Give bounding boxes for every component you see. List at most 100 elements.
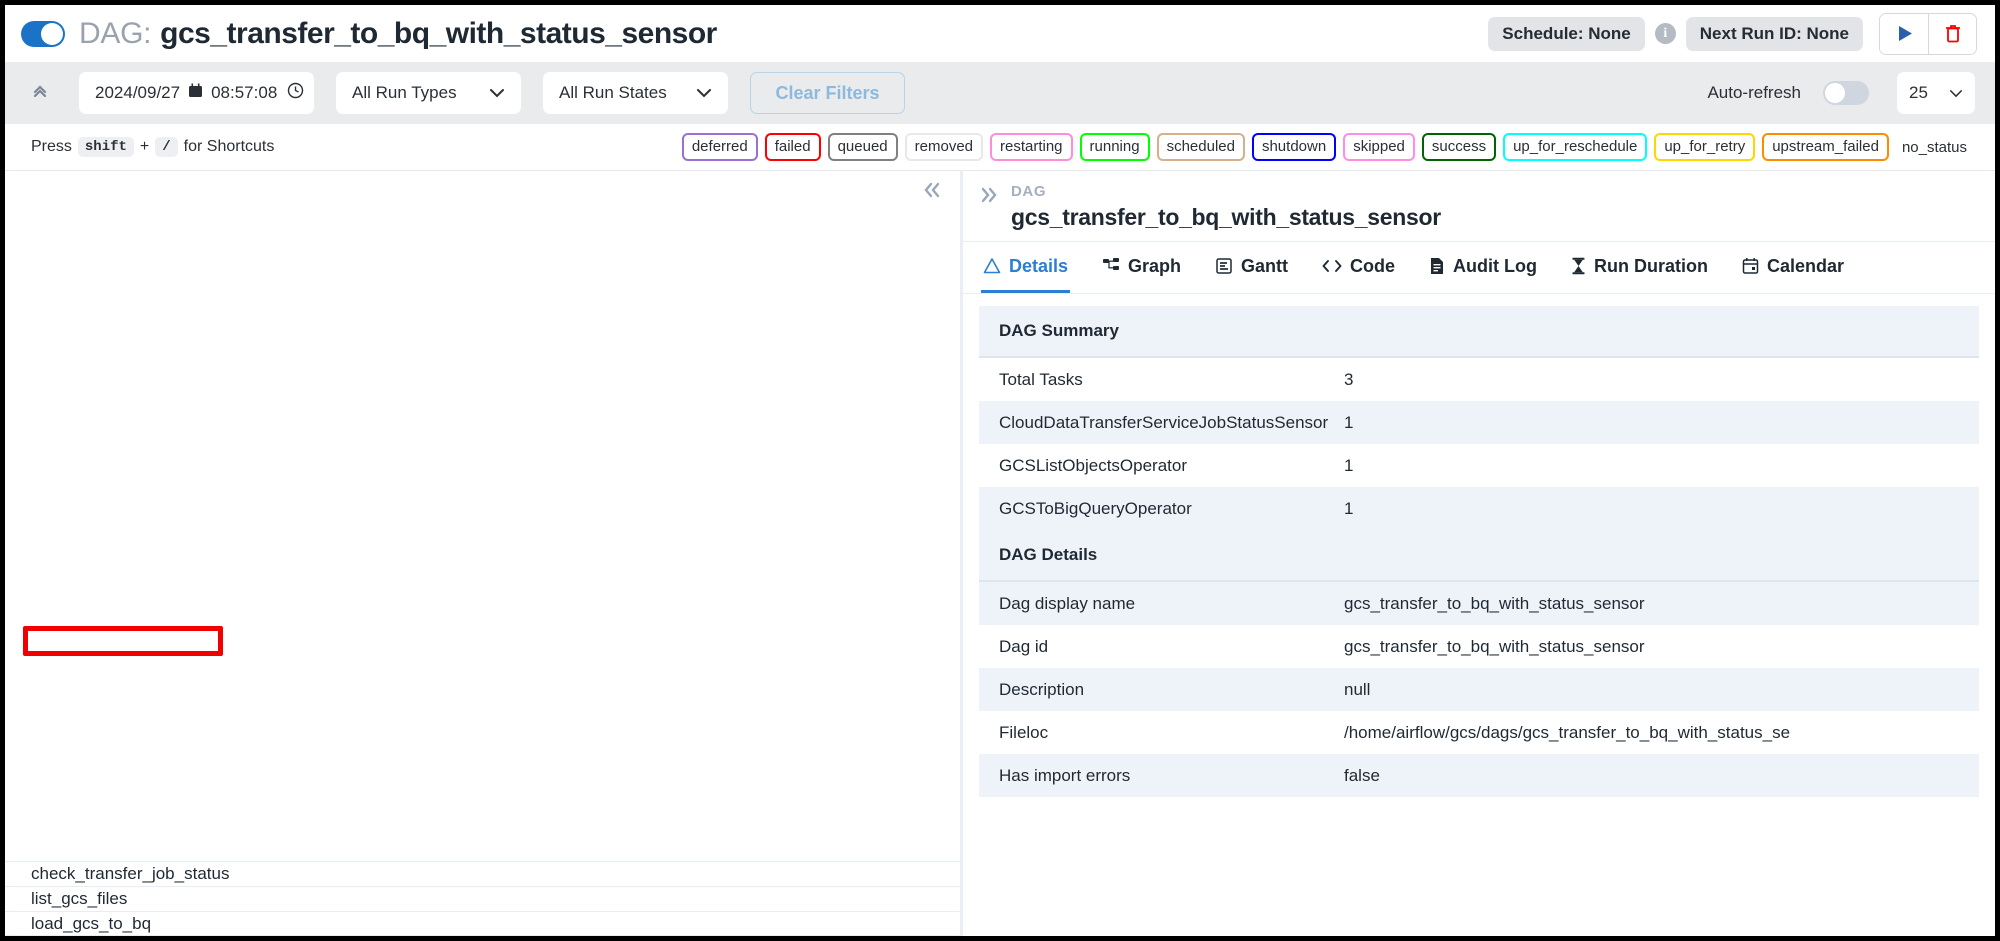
table-row: CloudDataTransferServiceJobStatusSensor 1 [979, 401, 1979, 444]
row-value: null [1344, 679, 1371, 699]
auto-refresh-toggle[interactable] [1823, 81, 1869, 105]
shortcut-plus: + [139, 138, 150, 155]
tab-gantt[interactable]: Gantt [1213, 242, 1290, 293]
row-key: Dag id [999, 636, 1049, 656]
tab-label: Audit Log [1453, 255, 1538, 276]
run-datetime-picker[interactable]: 2024/09/27 08:57:08 [79, 72, 314, 114]
hourglass-icon [1571, 257, 1586, 275]
delete-dag-button[interactable] [1928, 13, 1976, 54]
table-row: Fileloc/home/airflow/gcs/dags/gcs_transf… [979, 711, 1979, 754]
legend-chip-no-status[interactable]: no_status [1896, 137, 1973, 158]
dag-name: gcs_transfer_to_bq_with_status_sensor [160, 16, 717, 50]
tab-label: Calendar [1767, 255, 1845, 276]
run-type-value: All Run Types [352, 83, 457, 102]
row-key: GCSToBigQueryOperator [999, 498, 1192, 518]
tab-run-duration[interactable]: Run Duration [1569, 242, 1710, 293]
row-key: CloudDataTransferServiceJobStatusSensor [999, 412, 1329, 432]
calendar-icon [188, 83, 203, 103]
row-value: gcs_transfer_to_bq_with_status_sensor [1344, 636, 1645, 656]
details-header: DAG gcs_transfer_to_bq_with_status_senso… [963, 171, 1995, 242]
gantt-icon [1215, 257, 1233, 275]
row-value: false [1344, 765, 1380, 785]
dag-pause-toggle[interactable] [21, 20, 65, 47]
run-type-select[interactable]: All Run Types [336, 72, 521, 114]
legend-chip-queued[interactable]: queued [827, 132, 898, 162]
task-row[interactable]: list_gcs_files [5, 886, 960, 911]
dag-details-heading: DAG Details [979, 530, 1979, 582]
legend-chip-skipped[interactable]: skipped [1343, 132, 1415, 162]
code-icon [1322, 258, 1342, 274]
task-row[interactable]: check_transfer_job_status [5, 861, 960, 886]
tab-label: Code [1350, 255, 1396, 276]
tab-audit-log[interactable]: Audit Log [1427, 242, 1539, 293]
next-run-id-badge: Next Run ID: None [1685, 16, 1863, 51]
grid-chart-area [5, 171, 960, 861]
info-icon[interactable]: i [1654, 23, 1676, 44]
details-panel: DAG gcs_transfer_to_bq_with_status_senso… [963, 170, 1995, 936]
row-key: Has import errors [999, 765, 1131, 785]
main-content: check_transfer_job_status list_gcs_files l… [5, 170, 1995, 936]
expand-details-icon[interactable] [979, 183, 999, 231]
chevron-down-icon [696, 86, 712, 101]
tab-label: Gantt [1241, 255, 1289, 276]
row-value: gcs_transfer_to_bq_with_status_sensor [1344, 593, 1645, 613]
grid-panel: check_transfer_job_status list_gcs_files l… [5, 170, 960, 936]
row-value: /home/airflow/gcs/dags/gcs_transfer_to_b… [1344, 722, 1791, 742]
collapse-filters-icon[interactable] [31, 82, 49, 104]
legend-chip-failed[interactable]: failed [764, 132, 821, 162]
row-value: 1 [1344, 412, 1354, 432]
legend-chip-restarting[interactable]: restarting [990, 132, 1073, 162]
legend-chip-success[interactable]: success [1421, 132, 1497, 162]
page-size-select[interactable]: 25 [1897, 72, 1975, 114]
row-key: Fileloc [999, 722, 1049, 742]
dag-action-buttons [1879, 12, 1977, 55]
legend-chip-deferred[interactable]: deferred [681, 132, 758, 162]
row-key: Total Tasks [999, 369, 1083, 389]
task-name-list: check_transfer_job_status list_gcs_files l… [5, 861, 960, 936]
legend-chip-removed[interactable]: removed [904, 132, 983, 162]
time-value: 08:57:08 [211, 83, 278, 102]
legend-chip-upstream_failed[interactable]: upstream_failed [1762, 132, 1889, 162]
page-size-value: 25 [1909, 83, 1928, 102]
clock-icon[interactable] [287, 82, 304, 104]
legend-chip-list: deferred failed queued removed restarting run… [681, 132, 1889, 162]
document-icon [1429, 257, 1445, 275]
clear-filters-button[interactable]: Clear Filters [750, 72, 905, 114]
chevron-down-icon [489, 86, 505, 101]
row-key: GCSListObjectsOperator [999, 455, 1188, 475]
schedule-badge: Schedule: None [1488, 16, 1645, 51]
tab-graph[interactable]: Graph [1100, 242, 1183, 293]
tab-details[interactable]: Details [981, 242, 1071, 293]
run-state-value: All Run States [559, 83, 667, 102]
collapse-grid-icon[interactable] [922, 181, 942, 203]
table-row: GCSToBigQueryOperator 1 [979, 487, 1979, 530]
tab-label: Graph [1128, 255, 1182, 276]
tab-code[interactable]: Code [1320, 242, 1397, 293]
details-title: gcs_transfer_to_bq_with_status_sensor [1011, 204, 1441, 230]
legend-chip-up_for_reschedule[interactable]: up_for_reschedule [1503, 132, 1648, 162]
warning-triangle-icon [983, 257, 1001, 275]
trigger-dag-button[interactable] [1880, 13, 1928, 54]
legend-chip-running[interactable]: running [1079, 132, 1150, 162]
breadcrumb: DAG [1011, 183, 1047, 200]
table-row: Total Tasks 3 [979, 358, 1979, 401]
dag-summary-heading: DAG Summary [979, 306, 1979, 358]
row-key: Dag display name [999, 593, 1136, 613]
run-state-select[interactable]: All Run States [543, 72, 728, 114]
shortcut-suffix: for Shortcuts [183, 138, 275, 155]
task-row[interactable]: load_gcs_to_bq [5, 911, 960, 936]
shortcut-prefix: Press [31, 138, 72, 155]
page-title: DAG: gcs_transfer_to_bq_with_status_sens… [79, 17, 1474, 51]
table-row: GCSListObjectsOperator 1 [979, 444, 1979, 487]
tab-label: Details [1009, 255, 1069, 276]
legend-chip-shutdown[interactable]: shutdown [1251, 132, 1337, 162]
row-value: 1 [1344, 498, 1354, 518]
row-value: 1 [1344, 455, 1354, 475]
legend-chip-scheduled[interactable]: scheduled [1156, 132, 1245, 162]
table-row: Description null [979, 668, 1979, 711]
legend-chip-up_for_retry[interactable]: up_for_retry [1654, 132, 1756, 162]
shortcut-hint: Press shift + / for Shortcuts [31, 137, 274, 157]
top-bar-actions: Schedule: None i Next Run ID: None [1488, 12, 1977, 55]
date-value: 2024/09/27 [95, 83, 181, 102]
tab-calendar[interactable]: Calendar [1740, 242, 1846, 293]
